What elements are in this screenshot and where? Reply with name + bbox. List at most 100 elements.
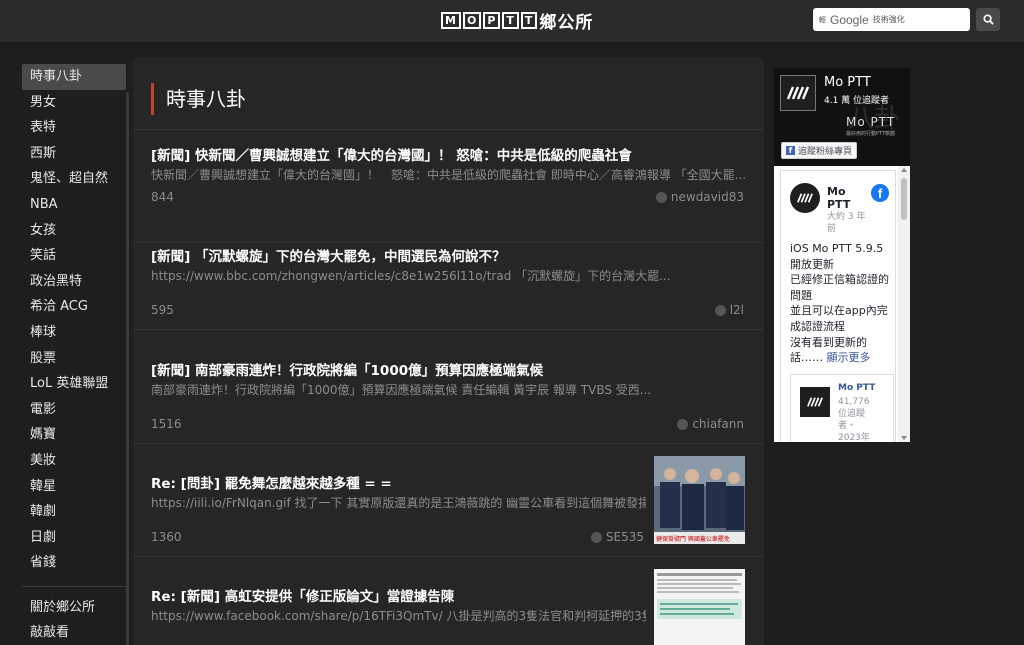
post-thumbnail[interactable]: 健保掛號門 興國蓋公車罷免 — [654, 456, 745, 544]
scroll-up-icon[interactable] — [901, 168, 907, 172]
sidebar-divider — [22, 585, 126, 587]
site-logo[interactable]: MOPTT 鄉公所 — [441, 9, 594, 33]
sidebar-item-nba[interactable]: NBA — [22, 192, 126, 218]
sidebar-item-about[interactable]: 關於鄉公所 — [22, 595, 126, 621]
moptt-logo-icon — [800, 387, 830, 417]
sidebar-item-acg[interactable]: 希洽 ACG — [22, 294, 126, 320]
post-title[interactable]: Re: [問卦] 罷免舞怎麼越來越多種 = = — [151, 472, 392, 492]
sidebar-item-korea-drama[interactable]: 韓劇 — [22, 499, 126, 525]
sidebar-item-movie[interactable]: 電影 — [22, 397, 126, 423]
scroll-down-icon[interactable] — [901, 436, 907, 440]
fb-feed: Mo PTT 大約 3 年前 f iOS Mo PTT 5.9.5 開放更新 已… — [774, 166, 910, 442]
post-time[interactable]: 大約 3 年前 — [827, 211, 871, 235]
sidebar-item-stock[interactable]: 股票 — [22, 346, 126, 372]
post-item[interactable]: Re: [問卦] 罷免舞怎麼越來越多種 = = https://iili.io/… — [133, 444, 764, 557]
search-input[interactable]: 輕 Google 技術強化 — [813, 8, 970, 31]
moptt-logo-icon[interactable] — [780, 75, 816, 111]
sidebar-item-joke[interactable]: 笑話 — [22, 243, 126, 269]
post-line: 已經修正信箱認證的問題 — [790, 273, 889, 302]
fb-post: Mo PTT 大約 3 年前 f iOS Mo PTT 5.9.5 開放更新 已… — [780, 170, 896, 442]
top-bar: MOPTT 鄉公所 輕 Google 技術強化 — [0, 0, 1024, 42]
sidebar-item-gossip[interactable]: 時事八卦 — [22, 64, 126, 90]
sidebar-item-makeup[interactable]: 美妝 — [22, 448, 126, 474]
author-name: newdavid83 — [670, 190, 744, 204]
post-item[interactable]: Re: [新聞] 高虹安提供「修正版論文」當證據告陳 https://www.f… — [133, 557, 764, 645]
user-icon — [677, 418, 689, 430]
post-title[interactable]: [新聞] 「沉默螺旋」下的台灣大罷免，中間選民為何說不？ — [151, 245, 506, 265]
shared-page-followers: 41,776 位追蹤者・2023年 — [838, 397, 870, 442]
sidebar-item-lol[interactable]: LoL 英雄聯盟 — [22, 371, 126, 397]
post-author[interactable]: chiafann — [677, 417, 744, 431]
fb-page-name[interactable]: Mo PTT — [824, 75, 871, 90]
search-button[interactable] — [976, 8, 1000, 31]
shared-page-name[interactable]: Mo PTT — [838, 383, 875, 393]
logo-letter: T — [520, 11, 538, 29]
sidebar-item-japan-drama[interactable]: 日劇 — [22, 525, 126, 551]
follow-label: 追蹤粉絲專頁 — [798, 147, 853, 157]
sidebar-item-lifeismoney[interactable]: 省錢 — [22, 550, 126, 576]
thumbnail-photo — [654, 456, 745, 544]
moptt-avatar-icon[interactable] — [790, 183, 820, 213]
logo-letter: M — [441, 11, 461, 29]
post-title[interactable]: [新聞] 南部豪雨連炸！行政院將編「1000億」預算因應極端氣候 — [151, 359, 543, 379]
cover-logo-text: Mo PTT — [846, 115, 896, 129]
sidebar-item-hate-politics[interactable]: 政治黑特 — [22, 269, 126, 295]
post-count: 1516 — [151, 417, 182, 431]
sidebar-item-boy-girl[interactable]: 男女 — [22, 90, 126, 116]
user-icon — [655, 191, 667, 203]
logo-letter: P — [483, 11, 501, 29]
sidebar-item-baseball[interactable]: 棒球 — [22, 320, 126, 346]
post-author[interactable]: SE535 — [590, 530, 644, 544]
scroll-thumb[interactable] — [901, 178, 907, 220]
board-sidebar: 時事八卦 男女 表特 西斯 鬼怪、超自然 NBA 女孩 笑話 政治黑特 希洽 A… — [22, 64, 126, 645]
facebook-icon: f — [786, 146, 795, 155]
post-count: 844 — [151, 190, 174, 204]
sidebar-item-sex[interactable]: 西斯 — [22, 141, 126, 167]
post-title[interactable]: Re: [新聞] 高虹安提供「修正版論文」當證據告陳 — [151, 585, 454, 605]
logo-text: 鄉公所 — [539, 12, 594, 33]
post-snippet: https://www.bbc.com/zhongwen/articles/c8… — [151, 269, 671, 283]
post-text: iOS Mo PTT 5.9.5 開放更新 已經修正信箱認證的問題 並且可以在a… — [790, 241, 890, 366]
fb-cover[interactable]: 八卦 Mo PTT 4.1 萬 位追蹤者 Mo PTT 最好用的行動PTT軟體 … — [774, 68, 910, 166]
fb-followers: 4.1 萬 位追蹤者 — [824, 96, 890, 106]
post-count: 595 — [151, 303, 174, 317]
sidebar-item-korea-star[interactable]: 韓星 — [22, 474, 126, 500]
post-snippet: 南部豪雨連炸！行政院將編「1000億」預算因應極端氣候 責任編輯 黃宇辰 報導 … — [151, 383, 652, 397]
post-snippet: 快新聞／曹興誠想建立「偉大的台灣國」！ 怒嗆：中共是低級的爬蟲社會 即時中心／高… — [151, 168, 747, 182]
facebook-logo-icon: f — [871, 184, 889, 202]
shared-page-card[interactable]: Mo PTT 41,776 位追蹤者・2023年 — [790, 374, 894, 442]
sidebar-item-mama[interactable]: 媽寶 — [22, 422, 126, 448]
sidebar-item-beauty[interactable]: 表特 — [22, 115, 126, 141]
post-item[interactable]: [新聞] 「沉默螺旋」下的台灣大罷免，中間選民為何說不？ https://www… — [133, 217, 764, 330]
facebook-page-widget: 八卦 Mo PTT 4.1 萬 位追蹤者 Mo PTT 最好用的行動PTT軟體 … — [774, 68, 910, 442]
sidebar-item-supernatural[interactable]: 鬼怪、超自然 — [22, 166, 126, 192]
user-icon — [590, 531, 602, 543]
post-count: 1360 — [151, 530, 182, 544]
thumbnail-caption: 健保掛號門 興國蓋公車罷免 — [656, 536, 730, 543]
post-page-name[interactable]: Mo PTT — [827, 185, 857, 211]
search-brand-suffix: 技術強化 — [872, 15, 905, 24]
google-brand: Google — [830, 12, 869, 27]
post-snippet: https://iili.io/FrNlqan.gif 找了一下 其實原版還真的… — [151, 496, 646, 510]
post-author[interactable]: newdavid83 — [655, 190, 744, 204]
sidebar-scrollbar[interactable] — [126, 92, 129, 645]
post-list-panel: 時事八卦 [新聞] 快新聞／曹興誠想建立「偉大的台灣國」！ 怒嗆：中共是低級的爬… — [133, 57, 764, 645]
post-thumbnail[interactable] — [654, 569, 745, 645]
post-snippet: https://www.facebook.com/share/p/16TFi3Q… — [151, 609, 646, 623]
follow-page-button[interactable]: f 追蹤粉絲專頁 — [781, 142, 858, 159]
user-icon — [714, 304, 726, 316]
post-item[interactable]: [新聞] 南部豪雨連炸！行政院將編「1000億」預算因應極端氣候 南部豪雨連炸！… — [133, 331, 764, 444]
cover-sub-text: 最好用的行動PTT軟體 — [846, 131, 896, 137]
show-more-link[interactable]: 顯示更多 — [827, 351, 871, 364]
author-name: chiafann — [692, 417, 744, 431]
feed-scrollbar[interactable] — [898, 166, 910, 442]
search-brand-prefix: 輕 — [819, 15, 826, 24]
sidebar-item-knock[interactable]: 敲敲看 — [22, 620, 126, 645]
post-title[interactable]: [新聞] 快新聞／曹興誠想建立「偉大的台灣國」！ 怒嗆：中共是低級的爬蟲社會 — [151, 144, 632, 164]
post-line: 並且可以在app內完成認證流程 — [790, 304, 888, 333]
post-author[interactable]: l2l — [714, 303, 744, 317]
author-name: l2l — [729, 303, 744, 317]
sidebar-item-women[interactable]: 女孩 — [22, 218, 126, 244]
post-line: iOS Mo PTT 5.9.5 開放更新 — [790, 242, 884, 271]
search-icon — [982, 14, 994, 25]
